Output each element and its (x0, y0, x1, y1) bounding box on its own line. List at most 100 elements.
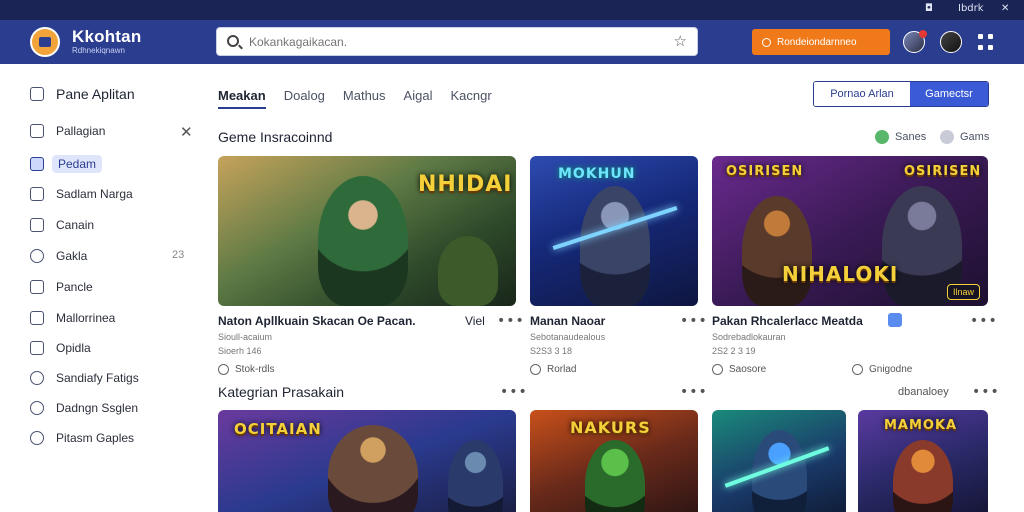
game-thumbnail[interactable] (712, 410, 846, 512)
help-icon (30, 431, 44, 445)
sidebar-item-pancle[interactable]: Pancle (30, 280, 93, 294)
sidebar-item-label: Pancle (56, 280, 93, 294)
tab-bar: Meakan Doalog Mathus Aigal Kacngr (218, 88, 492, 109)
sidebar: Pane Aplitan Pallagian ✕ Pedam Sadlam Na… (0, 64, 200, 512)
section-title: Geme Insracoinnd (218, 129, 333, 145)
apps-grid-icon[interactable] (978, 34, 994, 50)
card-footer[interactable]: Rorlad (530, 364, 576, 375)
app-logo-icon[interactable] (30, 27, 60, 57)
chip-label: Sanes (895, 131, 927, 143)
tab-meakan[interactable]: Meakan (218, 88, 266, 109)
search-bar[interactable]: ☆ (216, 27, 698, 56)
game-logo: OCITAIAN (234, 420, 322, 438)
bag-icon (30, 218, 44, 232)
house-icon (30, 124, 44, 138)
game-thumbnail[interactable]: OCITAIAN (218, 410, 516, 512)
game-thumbnail[interactable]: NAKURS (530, 410, 698, 512)
sidebar-item-pitasm-gaples[interactable]: Pitasm Gaples (30, 431, 134, 445)
sidebar-item-canain[interactable]: Canain (30, 218, 94, 232)
brand-title: Kkohtan (72, 27, 142, 46)
game-badge: Ilnaw (946, 284, 980, 300)
filter-chip-gams[interactable]: Gams (940, 130, 989, 144)
card-footer[interactable]: Saosore (712, 364, 766, 375)
box-icon (30, 311, 44, 325)
game-title-art: NIHALOKI (782, 262, 899, 286)
creature-figure (438, 236, 498, 306)
card-title[interactable]: Manan Naoar (530, 314, 605, 328)
close-icon[interactable]: ✕ (180, 123, 193, 141)
card-title[interactable]: Naton Apllkuain Skacan Oe Pacan. (218, 314, 416, 328)
sidebar-item-label: Pallagian (56, 124, 106, 138)
sidebar-item-dadngn-ssglen[interactable]: Dadngn Ssglen (30, 401, 138, 415)
sidebar-item-sandiafy-fatigs[interactable]: Sandiafy Fatigs (30, 371, 139, 385)
card-title[interactable]: Pakan Rhcalerlacc Meatda (712, 314, 863, 328)
sidebar-item-label: Sadlam Narga (56, 187, 133, 201)
bell-icon (30, 249, 44, 263)
card-footer-secondary[interactable]: Gnigodne (852, 364, 912, 375)
sidebar-item-label: Sandiafy Fatigs (56, 371, 139, 385)
more-options-icon[interactable]: ••• (680, 313, 708, 329)
tab-mathus[interactable]: Mathus (343, 88, 386, 109)
game-thumbnail[interactable]: MAMOKA (858, 410, 988, 512)
item-count: 23 (172, 249, 185, 261)
bookmark-icon (30, 280, 44, 294)
toggle-left-button[interactable]: Pornao Arlan (814, 82, 910, 106)
game-logo-secondary: OSIRISEN (904, 164, 982, 179)
circle-icon (530, 364, 541, 375)
star-icon[interactable]: ☆ (674, 32, 687, 50)
sidebar-item-opidla[interactable]: Opidla (30, 341, 91, 355)
home-icon (30, 87, 44, 101)
toggle-right-button[interactable]: Gamectsr (910, 82, 988, 106)
chip-label: Gams (960, 131, 990, 143)
top-bar-text: Ibdrk (958, 3, 984, 14)
card-meta: Sioull-acaium (218, 332, 273, 342)
more-options-icon[interactable]: ••• (680, 384, 708, 400)
section-side-label[interactable]: dbanaloey (898, 386, 949, 398)
card-footer-label: Rorlad (547, 364, 577, 375)
sidebar-item-home[interactable]: Pane Aplitan (30, 86, 135, 102)
system-top-bar: ◘ Ibdrk ✕ (0, 0, 1024, 20)
window-icon (30, 157, 44, 171)
hero-figure (742, 196, 812, 306)
card-footer-label: Gnigodne (869, 364, 913, 375)
sidebar-item-sadlam-narga[interactable]: Sadlam Narga (30, 187, 133, 201)
sidebar-item-pallagian[interactable]: Pallagian (30, 124, 105, 138)
tab-aigal[interactable]: Aigal (404, 88, 433, 109)
close-icon[interactable]: ✕ (1001, 3, 1009, 14)
card-meta: 2S2 2 3 19 (712, 346, 756, 356)
more-options-icon[interactable]: ••• (972, 384, 1000, 400)
sidebar-item-label: Pane Aplitan (56, 86, 135, 102)
more-options-icon[interactable]: ••• (500, 384, 528, 400)
primary-cta-button[interactable]: Rondeiondarnneo (752, 29, 890, 55)
tab-kacngr[interactable]: Kacngr (450, 88, 491, 109)
settings-icon (30, 371, 44, 385)
game-logo: OSIRISEN (726, 164, 804, 179)
sidebar-item-label: Mallorrinea (56, 311, 116, 325)
sidebar-item-mallorrinea[interactable]: Mallorrinea (30, 311, 115, 325)
profile-avatar[interactable] (940, 31, 962, 53)
filter-chip-sanes[interactable]: Sanes (875, 130, 926, 144)
app-header: Kkohtan Rdhnekiqnawn ☆ Rondeiondarnneo (0, 20, 1024, 64)
sidebar-item-pedam[interactable]: Pedam (30, 155, 103, 173)
card-extra: Viel (465, 314, 485, 328)
user-avatar[interactable] (903, 30, 927, 53)
hero-figure (318, 176, 408, 306)
brand-subtitle: Rdhnekiqnawn (72, 46, 125, 55)
game-thumbnail[interactable]: OSIRISEN OSIRISEN NIHALOKI Ilnaw (712, 156, 988, 306)
card-meta: S2S3 3 18 (530, 346, 573, 356)
card-footer[interactable]: Stok-rdls (218, 364, 274, 375)
sidebar-item-gakla[interactable]: Gakla (30, 249, 87, 263)
tab-doalog[interactable]: Doalog (284, 88, 325, 109)
sidebar-item-label: Dadngn Ssglen (56, 401, 139, 415)
view-toggle: Pornao Arlan Gamectsr (813, 81, 989, 107)
window-icon[interactable]: ◘ (925, 3, 933, 14)
more-options-icon[interactable]: ••• (497, 313, 525, 329)
card-meta: Sodrebadlokauran (712, 332, 786, 342)
more-options-icon[interactable]: ••• (970, 313, 998, 329)
sidebar-item-label: Canain (56, 218, 95, 232)
card-meta: Sebotanaudealous (530, 332, 606, 342)
game-thumbnail[interactable]: NHIDAI (218, 156, 516, 306)
game-thumbnail[interactable]: MOKHUN (530, 156, 698, 306)
search-input[interactable] (249, 32, 669, 52)
creature-figure (585, 440, 645, 512)
